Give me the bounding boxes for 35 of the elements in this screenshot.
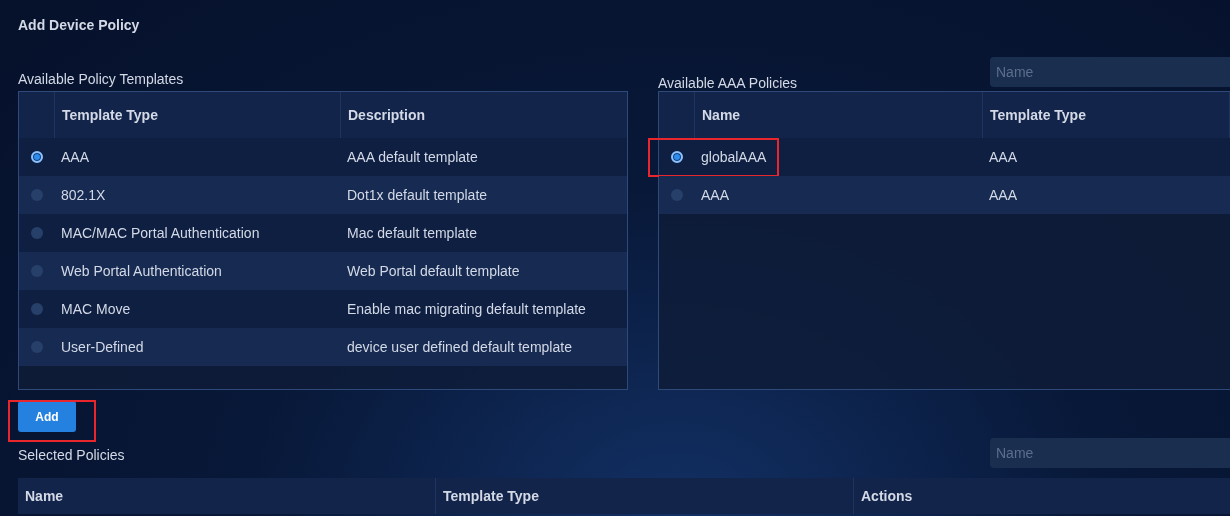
table-cell-text: User-Defined: [60, 338, 145, 357]
table-cell-text: Mac default template: [346, 224, 478, 243]
table-cell-text: MAC Move: [60, 300, 132, 319]
section-title: Available Policy Templates: [18, 71, 184, 87]
radio-button[interactable]: [670, 151, 683, 163]
table-cell-text: globalAAA: [700, 148, 768, 167]
radio-button[interactable]: [30, 151, 43, 163]
table-cell-text: AAA: [988, 148, 1018, 167]
column-header: Template Type: [436, 478, 854, 514]
radio-button[interactable]: [30, 189, 43, 201]
column-header: Description: [347, 106, 426, 125]
table-cell-text: Enable mac migrating default template: [346, 300, 587, 319]
add-button[interactable]: Add: [18, 401, 76, 432]
table-cell-text: device user defined default template: [346, 338, 573, 357]
table-cell-text: MAC/MAC Portal Authentication: [60, 224, 261, 243]
window-title: Add Device Policy: [18, 16, 141, 35]
section-title: Selected Policies: [18, 447, 125, 463]
search-field[interactable]: Name: [990, 438, 1230, 468]
section-title: Available AAA Policies: [658, 75, 798, 91]
table-cell-text: AAA: [700, 186, 730, 205]
column-header: Actions: [860, 487, 914, 506]
radio-button[interactable]: [670, 189, 683, 201]
radio-button[interactable]: [30, 303, 43, 315]
table-cell-text: AAA default template: [346, 148, 479, 167]
radio-button[interactable]: [30, 341, 43, 353]
table-cell-text: AAA: [60, 148, 90, 167]
radio-button[interactable]: [30, 227, 43, 239]
radio-button[interactable]: [30, 265, 43, 277]
table-cell-text: Web Portal default template: [346, 262, 521, 281]
column-header: Name: [18, 478, 436, 514]
search-field[interactable]: Name: [990, 57, 1230, 87]
table-cell-text: 802.1X: [60, 186, 107, 205]
table-cell-text: AAA: [988, 186, 1018, 205]
table-cell-text: Web Portal Authentication: [60, 262, 223, 281]
table-cell-text: Dot1x default template: [346, 186, 489, 205]
